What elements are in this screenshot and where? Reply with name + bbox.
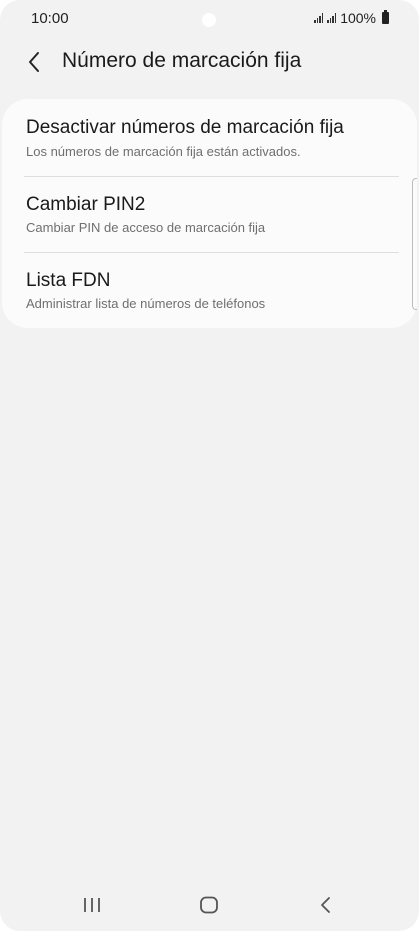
page-title: Número de marcación fija bbox=[62, 49, 302, 72]
chevron-left-icon bbox=[29, 52, 39, 72]
recent-apps-icon bbox=[84, 898, 100, 912]
settings-card: Desactivar números de marcación fija Los… bbox=[2, 99, 417, 328]
menu-item-title: Lista FDN bbox=[26, 270, 111, 291]
home-button[interactable] bbox=[189, 890, 229, 920]
phone-screen: 10:00 100% Número de marcación fija Desa… bbox=[0, 0, 419, 931]
menu-item-disable-fdn[interactable]: Desactivar números de marcación fija Los… bbox=[2, 99, 417, 176]
navigation-bar bbox=[0, 880, 419, 930]
front-camera bbox=[202, 13, 216, 27]
back-button[interactable] bbox=[20, 48, 48, 76]
signal-icon bbox=[327, 13, 337, 23]
status-indicators: 100% bbox=[314, 10, 389, 26]
menu-item-fdn-list[interactable]: Lista FDN Administrar lista de números d… bbox=[2, 253, 417, 328]
menu-item-change-pin2[interactable]: Cambiar PIN2 Cambiar PIN de acceso de ma… bbox=[2, 177, 417, 252]
app-header: Número de marcación fija bbox=[0, 40, 419, 84]
battery-percent: 100% bbox=[340, 10, 376, 26]
menu-item-title: Desactivar números de marcación fija bbox=[26, 117, 344, 138]
home-icon bbox=[200, 896, 218, 914]
menu-item-subtitle: Administrar lista de números de teléfono… bbox=[26, 296, 266, 311]
scroll-handle[interactable] bbox=[412, 178, 417, 310]
menu-item-subtitle: Cambiar PIN de acceso de marcación fija bbox=[26, 220, 266, 235]
nav-back-button[interactable] bbox=[306, 890, 346, 920]
battery-icon bbox=[382, 10, 389, 24]
status-bar: 10:00 100% bbox=[0, 0, 419, 36]
menu-item-title: Cambiar PIN2 bbox=[26, 194, 146, 215]
status-time: 10:00 bbox=[31, 10, 69, 27]
menu-item-subtitle: Los números de marcación fija están acti… bbox=[26, 144, 301, 159]
recent-apps-button[interactable] bbox=[72, 890, 112, 920]
back-icon bbox=[321, 897, 330, 913]
signal-icon bbox=[314, 13, 324, 23]
